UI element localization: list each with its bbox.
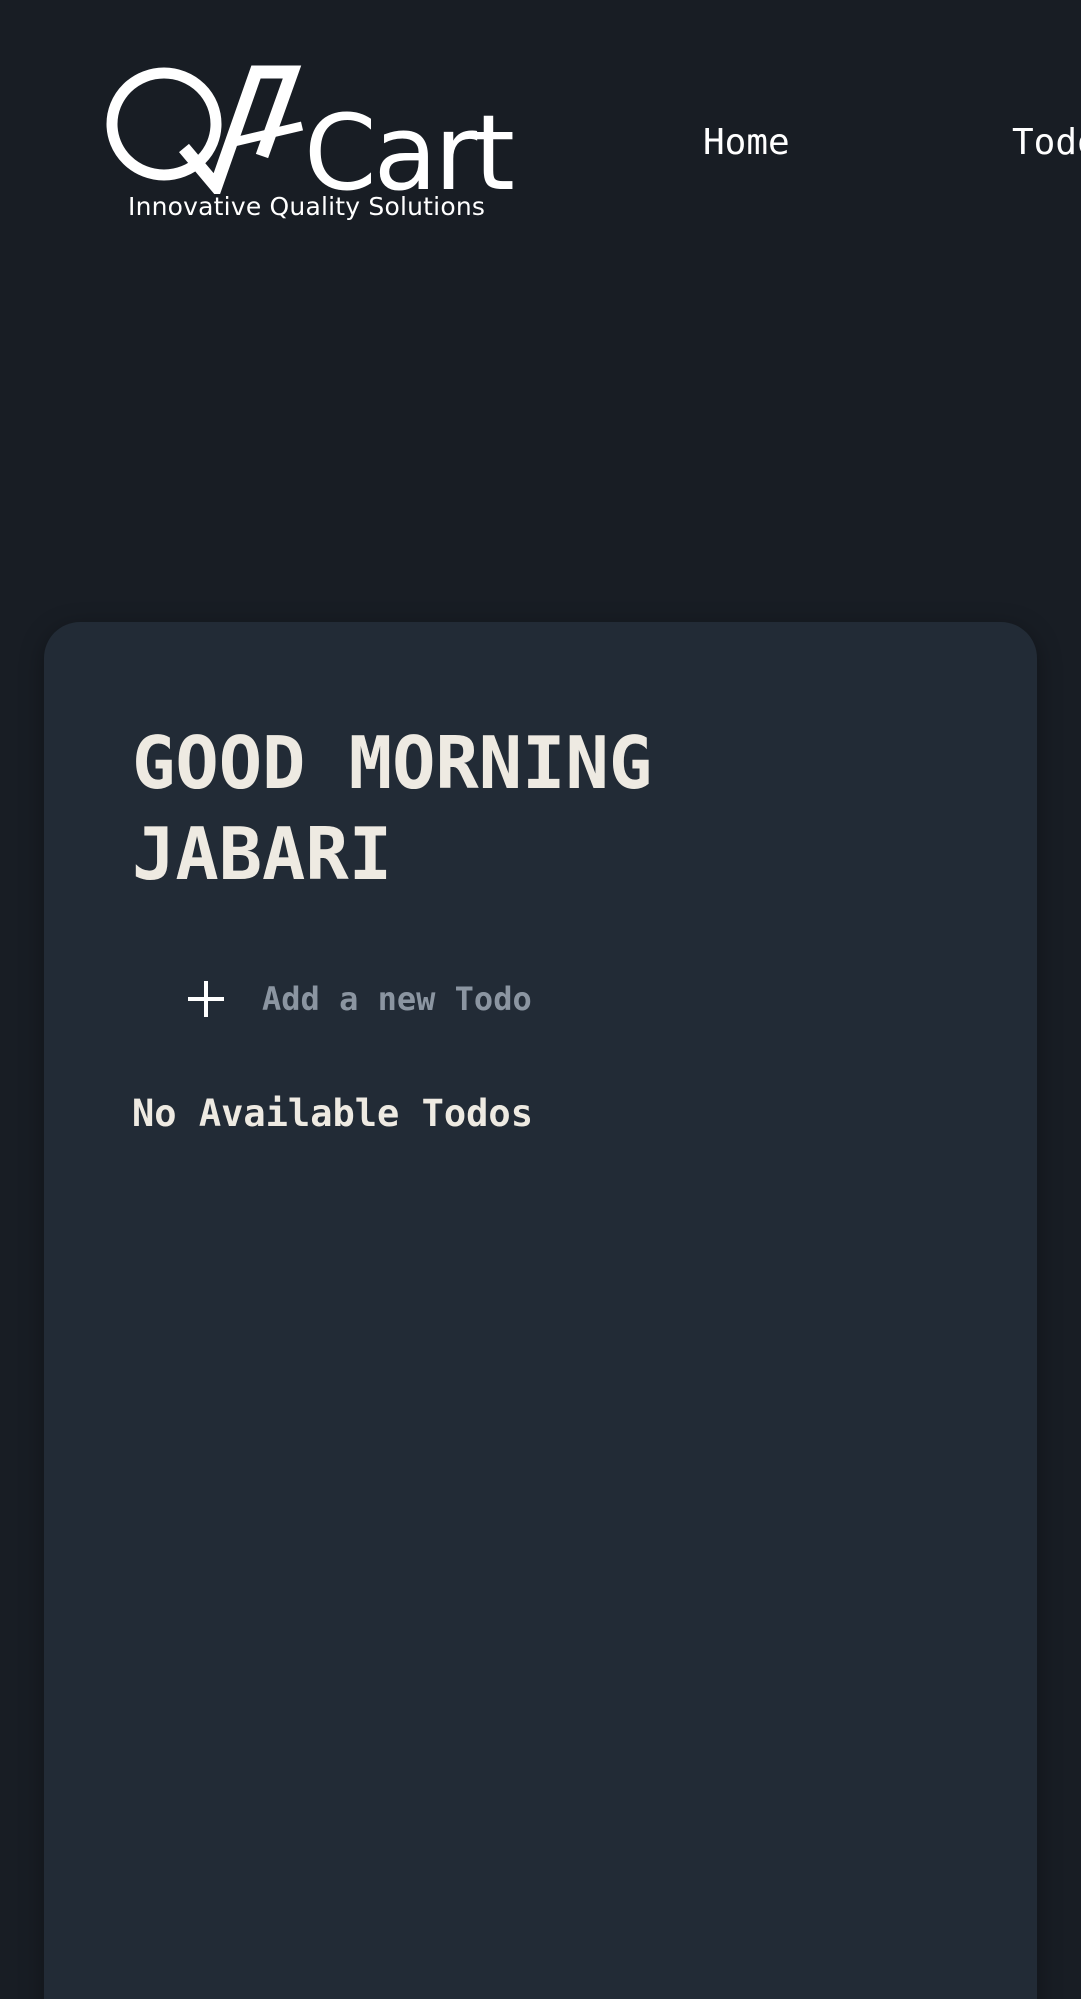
qacart-logo[interactable]: Cart Innovative Quality Solutions	[106, 64, 516, 232]
site-header: Cart Innovative Quality Solutions Home T…	[0, 0, 1081, 260]
add-todo-button[interactable]	[176, 969, 236, 1029]
add-todo-row	[176, 966, 696, 1032]
nav-home-link[interactable]: Home	[703, 122, 790, 163]
greeting-title: GOOD MORNING JABARI	[132, 721, 653, 896]
no-todos-message: No Available Todos	[132, 1092, 533, 1135]
page: Cart Innovative Quality Solutions Home T…	[0, 0, 1081, 1999]
logo-tagline: Innovative Quality Solutions	[128, 192, 486, 221]
qacart-logo-icon: Cart	[106, 65, 516, 194]
new-todo-input[interactable]	[262, 971, 682, 1027]
todo-card: GOOD MORNING JABARI No Available Todos	[44, 622, 1037, 1999]
plus-icon	[188, 981, 224, 1017]
nav-todos-link[interactable]: Todos	[1012, 122, 1081, 163]
svg-text:Cart: Cart	[304, 92, 513, 194]
